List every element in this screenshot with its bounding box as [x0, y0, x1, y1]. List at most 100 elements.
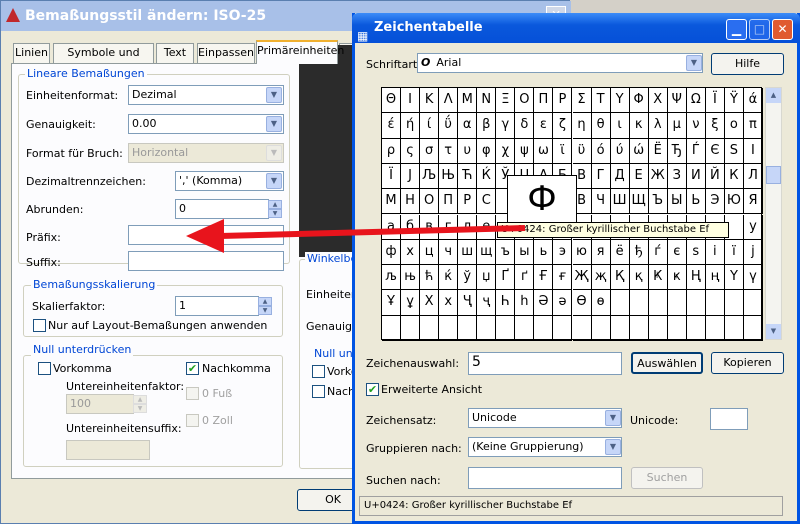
character-cell[interactable] [610, 315, 630, 341]
character-cell[interactable]: θ [591, 113, 611, 139]
trailing-zero-checkbox[interactable]: ✔ [186, 362, 199, 375]
character-cell[interactable] [553, 315, 573, 341]
character-cell[interactable]: Θ [382, 88, 402, 114]
round-off-spinner[interactable]: ▲ ▼ [268, 200, 282, 218]
character-cell[interactable]: б [401, 214, 421, 240]
character-cell[interactable]: х [401, 239, 421, 266]
scroll-thumb[interactable] [766, 166, 781, 184]
character-cell[interactable]: ф [382, 239, 402, 266]
character-cell[interactable]: Є [705, 138, 725, 164]
character-cell[interactable]: К [724, 163, 744, 190]
character-cell[interactable]: г [439, 214, 459, 240]
character-cell[interactable]: С [477, 189, 497, 215]
character-cell[interactable]: Ш [610, 189, 630, 215]
character-cell[interactable] [705, 290, 725, 316]
character-cell[interactable]: Ж [648, 163, 668, 190]
character-cell[interactable]: қ [629, 265, 649, 291]
character-cell[interactable]: Ω [686, 88, 706, 114]
character-cell[interactable]: Я [743, 189, 763, 215]
character-cell[interactable]: Ђ [667, 138, 687, 164]
character-cell[interactable]: Ө [572, 290, 592, 316]
character-cell[interactable]: Ъ [648, 189, 668, 215]
help-button[interactable]: Hilfe [711, 53, 784, 75]
character-cell[interactable]: ґ [515, 265, 535, 291]
tab-text[interactable]: Text [156, 43, 194, 63]
character-cell[interactable]: П [439, 189, 459, 215]
chevron-down-icon[interactable]: ▼ [266, 173, 282, 189]
character-cell[interactable]: ѓ [648, 239, 668, 266]
character-cell[interactable]: ұ [401, 290, 421, 316]
character-cell[interactable]: ύ [610, 138, 630, 164]
character-cell[interactable]: Π [534, 88, 554, 114]
font-select[interactable]: O Arial [417, 53, 703, 73]
character-cell[interactable]: Ґ [496, 265, 516, 291]
character-cell[interactable] [686, 290, 706, 316]
character-cell[interactable]: ъ [496, 239, 516, 266]
character-cell[interactable]: җ [591, 265, 611, 291]
character-cell[interactable]: ш [458, 239, 478, 266]
character-cell[interactable]: ή [401, 113, 421, 139]
character-cell[interactable]: ώ [629, 138, 649, 164]
character-cell[interactable]: Ψ [667, 88, 687, 114]
character-cell[interactable]: ά [743, 88, 763, 114]
character-cell[interactable]: Φ [629, 88, 649, 114]
charset-select[interactable]: Unicode [468, 408, 622, 428]
scroll-down-icon[interactable]: ▼ [766, 324, 781, 339]
character-cell[interactable]: д [458, 214, 478, 240]
character-cell[interactable]: Ν [477, 88, 497, 114]
character-cell[interactable]: ω [534, 138, 554, 164]
layout-only-checkbox[interactable] [33, 319, 46, 332]
character-cell[interactable]: ί [420, 113, 440, 139]
tab-symbole-und-pfeile[interactable]: Symbole und Pfeile [53, 43, 154, 77]
character-cell[interactable] [591, 315, 611, 341]
character-cell[interactable]: ϊ [553, 138, 573, 164]
character-cell[interactable]: υ [458, 138, 478, 164]
character-cell[interactable]: Τ [591, 88, 611, 114]
character-cell[interactable]: І [743, 138, 763, 164]
tab-einpassen[interactable]: Einpassen [197, 43, 255, 63]
character-cell[interactable]: ю [572, 239, 592, 266]
character-cell[interactable]: Ұ [382, 290, 402, 316]
character-cell[interactable]: Ь [686, 189, 706, 215]
character-cell[interactable]: Җ [572, 265, 592, 291]
character-cell[interactable]: Χ [648, 88, 668, 114]
character-cell[interactable]: Ћ [458, 163, 478, 190]
character-cell[interactable] [705, 315, 725, 341]
character-cell[interactable]: ξ [705, 113, 725, 139]
character-cell[interactable]: Ғ [534, 265, 554, 291]
character-cell[interactable]: ч [439, 239, 459, 266]
character-cell[interactable]: μ [667, 113, 687, 139]
character-cell[interactable]: Ә [534, 290, 554, 316]
character-cell[interactable]: Щ [629, 189, 649, 215]
character-cell[interactable]: њ [401, 265, 421, 291]
character-cell[interactable]: Ю [724, 189, 744, 215]
character-cell[interactable]: Ү [724, 265, 744, 291]
character-cell[interactable]: Ќ [477, 163, 497, 190]
character-cell[interactable]: κ [629, 113, 649, 139]
character-cell[interactable]: ҝ [667, 265, 687, 291]
character-cell[interactable]: ρ [382, 138, 402, 164]
suffix-input[interactable] [128, 251, 284, 271]
unit-format-select[interactable]: Dezimal [128, 85, 284, 105]
character-cell[interactable] [382, 315, 402, 341]
character-cell[interactable] [496, 315, 516, 341]
character-cell[interactable]: я [591, 239, 611, 266]
character-cell[interactable]: Ι [401, 88, 421, 114]
character-cell[interactable]: Й [705, 163, 725, 190]
character-cell[interactable]: Л [743, 163, 763, 190]
character-cell[interactable]: Д [610, 163, 630, 190]
character-cell[interactable]: ђ [629, 239, 649, 266]
character-cell[interactable]: Ң [686, 265, 706, 291]
character-cell[interactable]: ң [705, 265, 725, 291]
character-cell[interactable]: ў [458, 265, 478, 291]
character-cell[interactable]: λ [648, 113, 668, 139]
character-cell[interactable]: Ҝ [648, 265, 668, 291]
character-cell[interactable]: β [477, 113, 497, 139]
character-cell[interactable]: ө [591, 290, 611, 316]
chevron-down-icon[interactable]: ▼ [266, 116, 282, 132]
character-cell[interactable]: ё [610, 239, 630, 266]
select-button[interactable]: Auswählen [631, 352, 703, 374]
character-cell[interactable]: π [743, 113, 763, 139]
scale-factor-input[interactable]: 1 [175, 296, 259, 316]
character-cell[interactable]: Һ [496, 290, 516, 316]
